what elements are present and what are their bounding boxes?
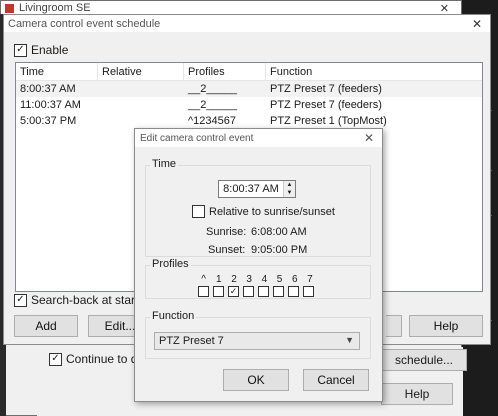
hidden-button-edge[interactable] (386, 315, 402, 337)
spin-down-icon[interactable]: ▼ (284, 189, 295, 197)
relative-checkbox-row[interactable]: Relative to sunrise/sunset (192, 205, 335, 218)
profile-checkboxes: ✓ (198, 286, 314, 297)
function-value: PTZ Preset 7 (159, 335, 224, 347)
event-function: PTZ Preset 7 (feeders) (270, 99, 382, 111)
search-back-checkbox[interactable]: ✓ (14, 293, 27, 307)
background-help-button[interactable]: Help (381, 383, 453, 405)
enable-label: Enable (31, 43, 69, 57)
function-dropdown[interactable]: PTZ Preset 7 ▼ (154, 332, 360, 350)
event-list-header: Time Relative Profiles Function (16, 62, 482, 81)
edit-titlebar: Edit camera control event (135, 129, 382, 147)
spin-up-icon[interactable]: ▲ (284, 181, 295, 189)
profile-label: 5 (276, 274, 283, 285)
column-header-relative[interactable]: Relative (98, 62, 184, 81)
event-profiles: ^1234567 (188, 115, 236, 127)
event-time: 11:00:37 AM (20, 99, 81, 111)
event-time: 5:00:37 PM (20, 115, 77, 127)
time-group-title: Time (150, 158, 179, 170)
event-function: PTZ Preset 7 (feeders) (270, 83, 382, 95)
time-value[interactable]: 8:00:37 AM (219, 183, 283, 195)
profile-checkbox-3[interactable] (243, 286, 254, 297)
sunset-label: Sunset: (208, 244, 246, 256)
profile-checkbox-caret[interactable] (198, 286, 209, 297)
column-header-profiles[interactable]: Profiles (184, 62, 266, 81)
schedule-titlebar: Camera control event schedule (4, 15, 490, 32)
schedule-close-icon[interactable]: ✕ (472, 17, 482, 31)
function-group: Function PTZ Preset 7 ▼ (145, 310, 371, 359)
event-row[interactable]: 11:00:37 AM __2_____ PTZ Preset 7 (feede… (16, 97, 482, 113)
livingroom-titlebar: Livingroom SE (1, 1, 461, 15)
profile-label: 3 (246, 274, 252, 285)
time-spinner[interactable]: ▲ ▼ (283, 181, 295, 197)
function-group-title: Function (150, 310, 197, 322)
column-header-time[interactable]: Time (16, 62, 98, 81)
livingroom-title: Livingroom SE (19, 2, 91, 14)
edit-camera-event-dialog: Edit camera control event ✕ Time 8:00:37… (134, 128, 383, 402)
schedule-title: Camera control event schedule (8, 17, 161, 30)
sunset-value: 9:05:00 PM (251, 244, 308, 256)
ok-button[interactable]: OK (223, 369, 289, 391)
profile-labels: ^ 1 2 3 4 5 6 7 (196, 274, 318, 285)
event-profiles: __2_____ (188, 99, 237, 111)
chevron-down-icon[interactable]: ▼ (345, 335, 354, 345)
profile-label: 6 (291, 274, 298, 285)
profile-label: 4 (261, 274, 268, 285)
profile-label: 2 (231, 274, 237, 285)
enable-checkbox-row[interactable]: ✓ Enable (14, 43, 68, 57)
continue-checkbox[interactable]: ✓ (49, 352, 62, 366)
profiles-group: Profiles ^ 1 2 3 4 5 6 7 ✓ (145, 258, 371, 299)
edit-title: Edit camera control event (140, 132, 254, 144)
column-header-function[interactable]: Function (266, 63, 466, 81)
event-function: PTZ Preset 1 (TopMost) (270, 115, 387, 127)
time-picker[interactable]: 8:00:37 AM ▲ ▼ (218, 180, 296, 198)
time-group: Time 8:00:37 AM ▲ ▼ Relative to sunrise/… (145, 158, 371, 257)
event-time: 8:00:37 AM (20, 83, 76, 95)
relative-checkbox[interactable] (192, 205, 205, 218)
profile-checkbox-7[interactable] (303, 286, 314, 297)
profile-checkbox-1[interactable] (213, 286, 224, 297)
event-row[interactable]: 5:00:37 PM ^1234567 PTZ Preset 1 (TopMos… (16, 113, 482, 129)
profile-checkbox-6[interactable] (288, 286, 299, 297)
event-row[interactable]: 8:00:37 AM __2_____ PTZ Preset 7 (feeder… (16, 81, 482, 97)
profile-label: ^ (201, 274, 206, 285)
schedule-button[interactable]: schedule... (381, 349, 467, 371)
cancel-button[interactable]: Cancel (303, 369, 369, 391)
profile-checkbox-2[interactable]: ✓ (228, 286, 239, 297)
sunrise-label: Sunrise: (206, 226, 247, 238)
sunrise-value: 6:08:00 AM (251, 226, 307, 238)
profile-checkbox-4[interactable] (258, 286, 269, 297)
profiles-group-title: Profiles (150, 258, 191, 270)
add-button[interactable]: Add (14, 315, 78, 337)
profile-checkbox-5[interactable] (273, 286, 284, 297)
profile-label: 1 (216, 274, 222, 285)
schedule-help-button[interactable]: Help (409, 315, 483, 337)
event-profiles: __2_____ (188, 83, 237, 95)
enable-checkbox[interactable]: ✓ (14, 43, 27, 57)
app-icon (5, 3, 14, 13)
relative-label: Relative to sunrise/sunset (209, 205, 335, 218)
edit-close-icon[interactable]: ✕ (364, 131, 374, 145)
profile-label: 7 (307, 274, 313, 285)
